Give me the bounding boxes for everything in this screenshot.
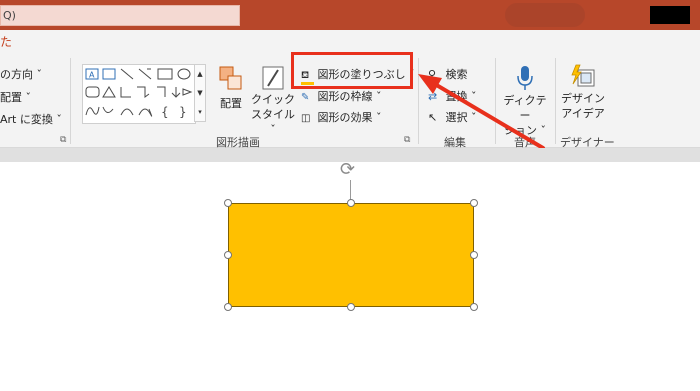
gallery-up-icon[interactable]: ▲ <box>195 65 205 84</box>
design-ideas-button[interactable]: デザイン アイデア <box>558 64 608 121</box>
resize-handle-right[interactable] <box>470 251 478 259</box>
shapes-gallery-icons: A { } <box>85 68 193 119</box>
paragraph-launcher-icon[interactable]: ⧉ <box>60 135 66 145</box>
find-label: 検索 <box>445 68 468 81</box>
group-separator <box>495 58 496 144</box>
text-direction-button[interactable]: の方向 ˇ <box>0 66 42 82</box>
resize-handle-bottom[interactable] <box>347 303 355 311</box>
resize-handle-top-left[interactable] <box>224 199 232 207</box>
group-separator <box>70 58 71 144</box>
resize-handle-left[interactable] <box>224 251 232 259</box>
resize-handle-top[interactable] <box>347 199 355 207</box>
drawing-launcher-icon[interactable]: ⧉ <box>404 135 410 145</box>
title-bar: Q) <box>0 0 700 30</box>
replace-label: 置換 ˇ <box>445 90 477 103</box>
select-label: 選択 ˇ <box>445 111 477 124</box>
search-icon: ⚲ <box>428 68 437 81</box>
svg-text:{: { <box>161 105 169 119</box>
design-ideas-icon <box>571 64 595 87</box>
replace-button[interactable]: ⇄ 置換 ˇ <box>428 88 477 104</box>
shapes-gallery[interactable]: A { } <box>82 64 196 124</box>
design-ideas-label-2: アイデア <box>561 107 605 120</box>
replace-icon: ⇄ <box>428 90 438 103</box>
pencil-icon: ✎ <box>301 92 310 103</box>
shape-outline-button[interactable]: ✎ 図形の枠線 ˇ <box>301 88 382 104</box>
quick-styles-button[interactable]: クイック スタイル ˇ <box>250 64 296 137</box>
svg-text:A: A <box>89 71 95 80</box>
find-button[interactable]: ⚲ 検索 <box>428 66 468 82</box>
group-separator <box>555 58 556 144</box>
redacted-box <box>650 6 690 24</box>
shape-effects-button[interactable]: ◫ 図形の効果 ˇ <box>301 109 382 125</box>
ribbon-tab-row: た <box>0 30 700 52</box>
resize-handle-bottom-left[interactable] <box>224 303 232 311</box>
group-separator <box>418 58 419 144</box>
effects-icon: ◫ <box>301 113 311 124</box>
search-input[interactable]: Q) <box>0 5 240 26</box>
align-text-button[interactable]: 配置 ˇ <box>0 89 31 105</box>
microphone-icon <box>517 66 533 90</box>
resize-handle-bottom-right[interactable] <box>470 303 478 311</box>
arrange-button[interactable]: 配置 <box>214 64 248 111</box>
dictate-label-2: ション ˇ <box>504 124 546 137</box>
account-area[interactable] <box>505 3 585 27</box>
quick-styles-label-1: クイック <box>251 93 295 106</box>
cursor-icon: ↖ <box>428 111 438 124</box>
convert-to-smartart-button[interactable]: Art に変換 ˇ <box>0 111 62 127</box>
arrange-label: 配置 <box>220 97 242 110</box>
gallery-more-icon[interactable]: ▾ <box>195 103 205 122</box>
svg-text:}: } <box>179 105 187 119</box>
select-button[interactable]: ↖ 選択 ˇ <box>428 109 477 125</box>
gallery-down-icon[interactable]: ▼ <box>195 84 205 103</box>
design-ideas-label-1: デザイン <box>561 92 605 105</box>
dictate-label-1: ディクテー <box>503 94 547 122</box>
rotate-handle-icon[interactable]: ⟳ <box>340 160 355 180</box>
selected-rectangle-shape[interactable] <box>228 203 474 307</box>
highlight-box <box>291 52 413 89</box>
shape-effects-label: 図形の効果 ˇ <box>317 111 382 124</box>
arrange-icon <box>219 66 242 90</box>
dictate-button[interactable]: ディクテー ション ˇ <box>501 64 549 138</box>
quick-styles-label-2: スタイル ˇ <box>251 108 295 136</box>
resize-handle-top-right[interactable] <box>470 199 478 207</box>
quick-styles-icon <box>262 66 284 90</box>
shape-outline-label: 図形の枠線 ˇ <box>317 90 382 103</box>
gallery-scrollbar[interactable]: ▲ ▼ ▾ <box>194 64 206 122</box>
tab-partial-label[interactable]: た <box>0 33 12 50</box>
